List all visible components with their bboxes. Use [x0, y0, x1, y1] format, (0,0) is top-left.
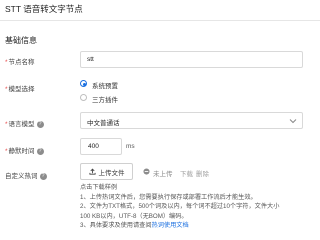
upload-icon: [88, 168, 96, 175]
header-divider: [0, 20, 320, 21]
model-option-system[interactable]: 系统预置: [80, 79, 140, 90]
node-name-value: stt: [87, 56, 94, 63]
model-option-system-label: 系统预置: [92, 83, 118, 90]
required-mark: *: [5, 148, 8, 155]
download-template-link[interactable]: 点击下载样例: [80, 183, 316, 193]
section-title: 基础信息: [5, 36, 37, 45]
required-mark: *: [5, 59, 8, 66]
question-circle-icon[interactable]: ?: [39, 172, 47, 180]
note-line: 3、具体要求及使用请查阅热词使用文档: [80, 222, 189, 229]
model-option-plugin[interactable]: 三方插件: [80, 93, 140, 104]
radio-unselected[interactable]: [80, 94, 87, 101]
model-select-label: *模型选择: [5, 86, 35, 93]
chevron-down-icon: [289, 119, 297, 124]
silence-time-value: 400: [88, 143, 99, 150]
silence-time-input[interactable]: 400: [80, 138, 122, 155]
delete-button[interactable]: 删除: [196, 168, 209, 178]
question-circle-icon[interactable]: ?: [36, 120, 44, 128]
note-line: 2、文件为TXT格式，500个词及以内，每个词不超过10个字符，文件大小: [80, 203, 280, 210]
node-name-label: *节点名称: [5, 59, 35, 66]
upload-file-button[interactable]: 上传文件: [80, 163, 133, 180]
page-title: STT 语音转文字节点: [5, 4, 83, 14]
required-mark: *: [5, 121, 8, 128]
silence-time-unit: ms: [126, 143, 135, 150]
upload-status: 未上传: [153, 171, 173, 178]
question-circle-icon[interactable]: ?: [36, 147, 44, 155]
upload-file-label: 上传文件: [98, 169, 125, 177]
minus-circle-icon: [143, 168, 150, 175]
language-model-label: *语言模型?: [5, 120, 44, 128]
radio-selected[interactable]: [80, 80, 87, 87]
model-option-plugin-label: 三方插件: [92, 97, 118, 104]
hotwords-doc-link[interactable]: 热词使用文档: [152, 222, 189, 229]
language-model-value: 中文普通话: [87, 120, 120, 127]
download-button[interactable]: 下载: [180, 168, 193, 178]
language-model-select[interactable]: 中文普通话: [80, 112, 303, 129]
note-line: 100 KB以内，UTF-8（无BOM）编码。: [80, 212, 188, 220]
custom-hotwords-label: 自定义热词?: [5, 172, 47, 180]
node-name-input[interactable]: stt: [80, 51, 303, 68]
required-mark: *: [5, 86, 8, 93]
silence-time-label: *静默时间?: [5, 147, 44, 155]
note-line: 1、上传热词文件后，您需要执行保存或部署工作流后才能生效。: [80, 193, 257, 201]
hotwords-notes: 点击下载样例 1、上传热词文件后，您需要执行保存或部署工作流后才能生效。 2、文…: [80, 183, 316, 231]
